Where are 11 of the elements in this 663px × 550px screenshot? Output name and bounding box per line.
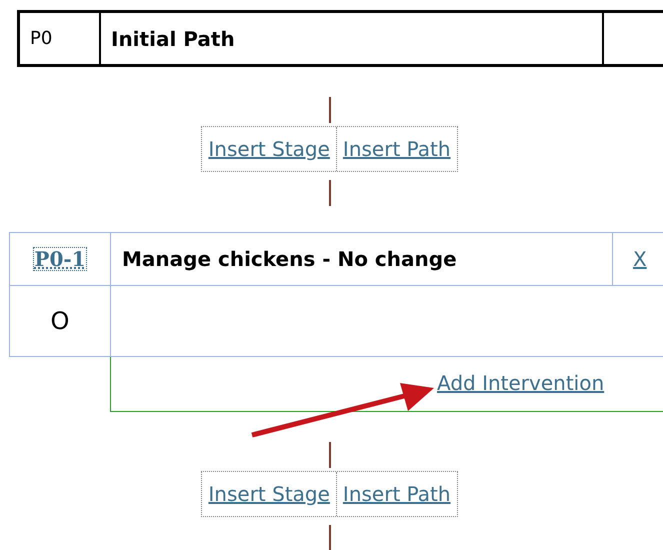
remove-link[interactable]: X — [633, 244, 647, 274]
stage-id-link[interactable]: P0-1 — [33, 247, 87, 271]
path-id: P0 — [20, 13, 101, 64]
insert-stage-link[interactable]: Insert Stage — [202, 127, 336, 171]
add-intervention-link[interactable]: Add Intervention — [437, 371, 604, 395]
insert-stage-link[interactable]: Insert Stage — [202, 472, 336, 516]
stage-marker: O — [50, 306, 70, 337]
insert-path-link[interactable]: Insert Path — [336, 127, 457, 171]
stage-title: Manage chickens - No change — [111, 233, 613, 285]
path-title: Initial Path — [101, 13, 604, 64]
insert-path-link[interactable]: Insert Path — [336, 472, 457, 516]
